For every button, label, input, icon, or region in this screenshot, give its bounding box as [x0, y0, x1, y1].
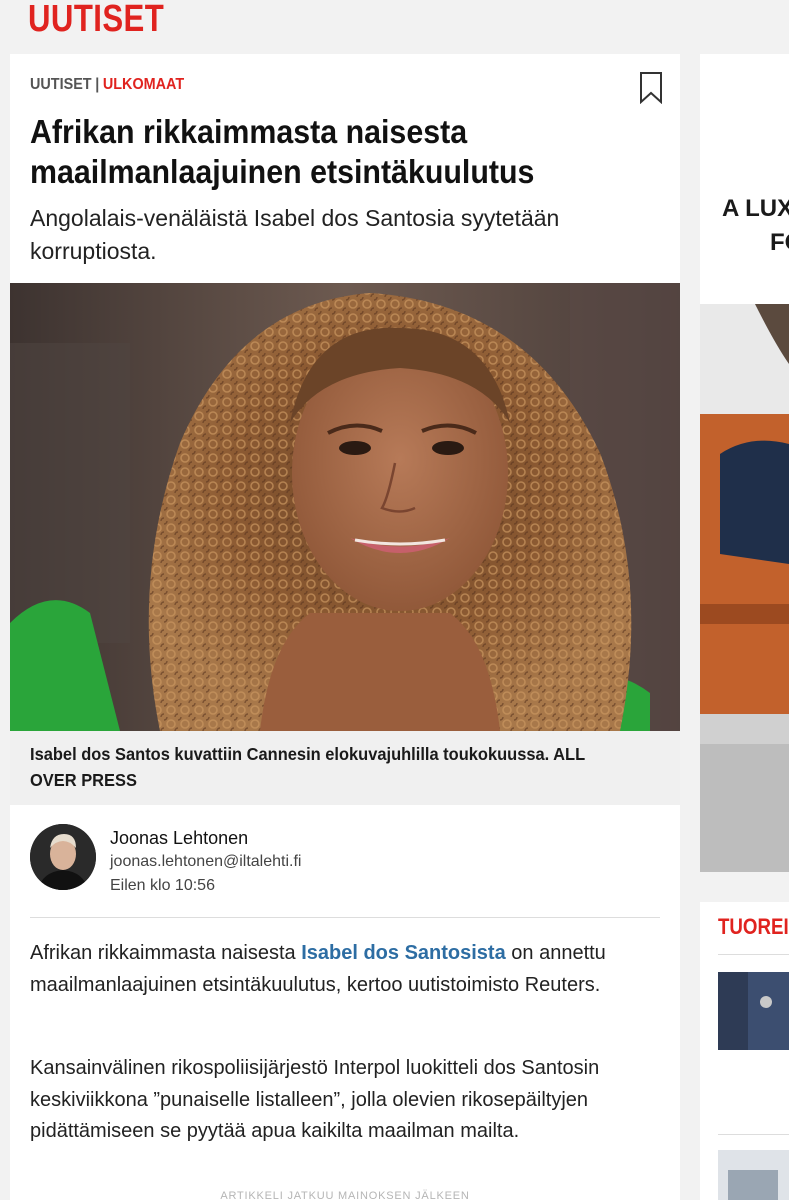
ad-text: A LUX — [722, 195, 789, 222]
latest-news-box: TUOREI — [700, 902, 789, 1200]
article-card: UUTISET | ULKOMAAT Afrikan rikkaimmasta na… — [10, 54, 680, 1200]
image-caption: Isabel dos Santos kuvattiin Cannesin elo… — [30, 744, 585, 790]
ad-text: FO — [770, 229, 789, 256]
author-email[interactable]: joonas.lehtonen@iltalehti.fi — [110, 853, 301, 871]
site-header: UUTISET — [0, 0, 789, 48]
latest-news-title[interactable]: TUOREI — [718, 914, 789, 940]
breadcrumb: UUTISET | ULKOMAAT — [30, 76, 184, 94]
right-sidebar: A LUX FO TUOREI — [700, 54, 789, 1200]
latest-news-thumbnail[interactable] — [718, 972, 789, 1050]
inline-link-person[interactable]: Isabel dos Santosista — [301, 942, 506, 964]
author-name[interactable]: Joonas Lehtonen — [110, 828, 248, 849]
article-paragraph: Kansainvälinen rikospoliisijärjestö Inte… — [30, 1057, 600, 1142]
author-byline: Joonas Lehtonen joonas.lehtonen@iltaleht… — [30, 824, 660, 908]
bookmark-icon[interactable] — [639, 72, 663, 105]
published-time: Eilen klo 10:56 — [110, 877, 215, 894]
byline-divider — [30, 917, 660, 918]
article-lead: Angolalais-venäläistä Isabel dos Santosi… — [30, 205, 560, 264]
article-hero-image[interactable] — [10, 283, 680, 731]
section-title[interactable]: UUTISET — [28, 0, 164, 41]
ad-image[interactable] — [700, 304, 789, 872]
author-avatar[interactable] — [30, 824, 96, 890]
latest-news-thumbnail[interactable] — [718, 1150, 789, 1200]
latest-divider — [718, 1134, 789, 1135]
article-paragraph: Afrikan rikkaimmasta naisesta Isabel dos… — [30, 938, 660, 1001]
paragraph-text: Afrikan rikkaimmasta naisesta — [30, 942, 302, 964]
breadcrumb-separator: | — [95, 76, 100, 93]
image-caption-box: Isabel dos Santos kuvattiin Cannesin elo… — [10, 731, 680, 805]
breadcrumb-section[interactable]: UUTISET — [30, 76, 92, 93]
latest-divider — [718, 954, 789, 955]
breadcrumb-subsection[interactable]: ULKOMAAT — [103, 76, 184, 93]
continues-after-ad-notice: ARTIKKELI JATKUU MAINOKSEN JÄLKEEN — [220, 1190, 470, 1200]
advertisement[interactable]: A LUX FO — [700, 54, 789, 872]
article-headline: Afrikan rikkaimmasta naisesta maailmanla… — [30, 113, 535, 190]
